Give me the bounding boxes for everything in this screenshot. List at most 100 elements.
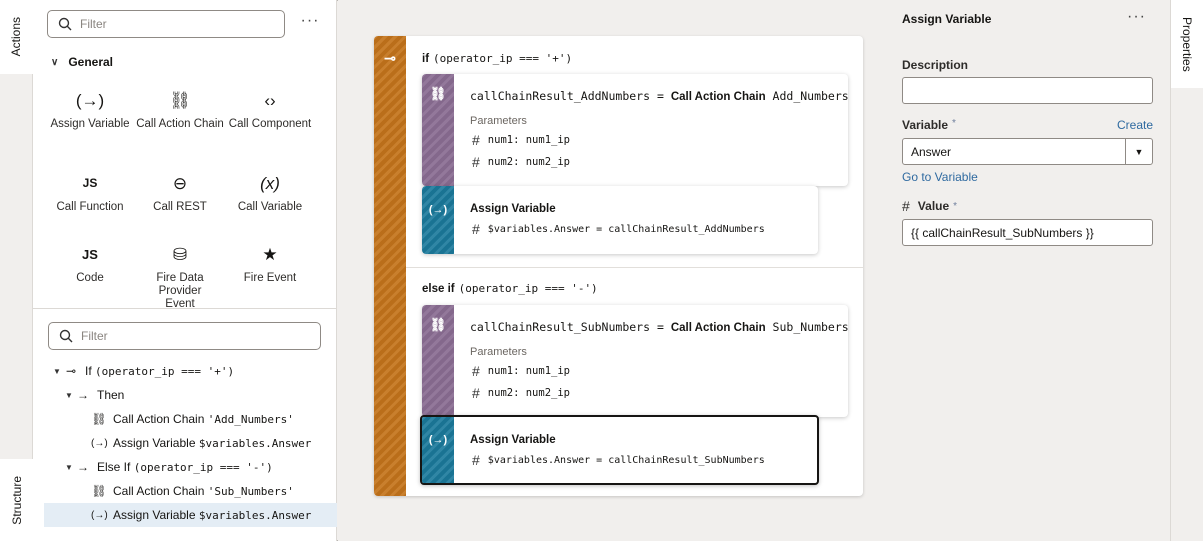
tab-properties[interactable]: Properties (1171, 0, 1203, 88)
description-field[interactable] (902, 77, 1153, 104)
call-result-var: callChainResult_AddNumbers (470, 89, 651, 103)
tree-code: (operator_ip === '-') (133, 460, 273, 474)
if-condition-code: (operator_ip === '+') (433, 52, 573, 65)
param-value: num2: num2_ip (487, 156, 570, 168)
properties-panel: Assign Variable ··· Description Variable… (887, 0, 1170, 541)
structure-filter-input[interactable]: Filter (48, 322, 321, 350)
palette-assign-variable[interactable]: (→) Assign Variable (45, 88, 135, 131)
elseif-condition[interactable]: else if (operator_ip === '-') (422, 282, 598, 295)
if-block[interactable]: ⊸ if (operator_ip === '+') ⛓ callChainRes… (374, 36, 863, 496)
assign-expr-text: $variables.Answer = callChainResult_AddN… (487, 223, 765, 235)
if-keyword: if (422, 53, 430, 65)
call-action-chain-node-add[interactable]: ⛓ callChainResult_AddNumbers = Call Acti… (422, 74, 848, 186)
variable-select-value: Answer (911, 144, 952, 159)
call-equals: = (656, 320, 664, 334)
palette-fire-event[interactable]: ★ Fire Event (225, 242, 315, 285)
tree-row-then[interactable]: ▼ → Then (65, 383, 124, 407)
call-chain-title: callChainResult_SubNumbers = Call Action… (470, 320, 848, 334)
parameters-label: Parameters (470, 115, 527, 127)
call-action-label: Call Action Chain (670, 322, 766, 334)
param-row: # num2: num2_ip (472, 385, 570, 401)
panel-divider (33, 308, 337, 309)
tree-label: Else If (97, 460, 131, 474)
tree-label: Assign Variable (113, 436, 196, 450)
param-row: # num1: num1_ip (472, 132, 570, 148)
variable-select[interactable]: Answer ▼ (902, 138, 1153, 165)
assign-expr-text: $variables.Answer = callChainResult_SubN… (487, 454, 765, 466)
palette-fire-data-provider-event[interactable]: ⛁ Fire Data Provider Event (135, 242, 225, 311)
actions-filter-input[interactable]: Filter (47, 10, 285, 38)
tab-structure[interactable]: Structure (0, 459, 33, 541)
if-icon: ⊸ (65, 364, 77, 378)
tree-row-if[interactable]: ▼ ⊸ If (operator_ip === '+') (53, 359, 234, 383)
assign-title: Assign Variable (470, 203, 556, 215)
palette-call-variable[interactable]: (x) Call Variable (225, 171, 315, 214)
if-condition[interactable]: if (operator_ip === '+') (422, 52, 572, 65)
tree-row-assign-2[interactable]: (→) Assign Variable $variables.Answer (44, 503, 337, 527)
palette-call-function[interactable]: JS Call Function (45, 171, 135, 214)
value-label: # Value * (902, 198, 957, 214)
if-icon: ⊸ (384, 50, 396, 66)
action-chain-icon: ⛓ (91, 412, 107, 426)
dropdown-caret-icon[interactable]: ▼ (1125, 139, 1152, 164)
call-action-chain-node-sub[interactable]: ⛓ callChainResult_SubNumbers = Call Acti… (422, 305, 848, 417)
general-group-header[interactable]: ∨ General (51, 55, 113, 69)
palette-item-label: Fire Event (243, 272, 297, 284)
tree-label: Call Action Chain (113, 412, 205, 426)
required-mark: * (952, 118, 956, 129)
hash-icon: # (472, 452, 480, 468)
actions-palette-panel: Filter ··· ∨ General (→) Assign Variable… (33, 0, 337, 541)
search-icon (58, 17, 72, 31)
variable-label: Variable * (902, 118, 956, 132)
chevron-down-icon: ∨ (51, 56, 59, 68)
tab-properties-label: Properties (1180, 16, 1194, 72)
actions-more-button[interactable]: ··· (299, 12, 321, 34)
assign-variable-node-sub[interactable]: (→) Assign Variable # $variables.Answer =… (420, 415, 819, 485)
palette-item-label: Call Component (228, 118, 312, 130)
tree-row-elseif[interactable]: ▼ → Else If (operator_ip === '-') (65, 455, 273, 479)
assign-variable-node-add[interactable]: (→) Assign Variable # $variables.Answer =… (422, 186, 818, 254)
if-bar: ⊸ (374, 36, 406, 496)
tab-actions-label: Actions (9, 17, 23, 57)
tree-row-call-add[interactable]: ⛓ Call Action Chain 'Add_Numbers' (91, 407, 293, 431)
palette-item-label: Call Function (56, 201, 124, 213)
palette-item-label: Code (76, 272, 104, 284)
assign-title: Assign Variable (470, 434, 556, 446)
tab-actions[interactable]: Actions (0, 0, 33, 74)
palette-call-component[interactable]: ‹› Call Component (225, 88, 315, 131)
param-value: num1: num1_ip (487, 365, 570, 377)
hash-icon: # (472, 385, 480, 401)
elseif-keyword: else if (422, 283, 455, 295)
palette-call-action-chain[interactable]: ⛓ Call Action Chain (135, 88, 225, 131)
value-field[interactable]: {{ callChainResult_SubNumbers }} (902, 219, 1153, 246)
call-chain-strip: ⛓ (422, 74, 454, 186)
assign-strip: (→) (422, 186, 454, 254)
call-target: Add_Numbers (772, 89, 848, 103)
tree-label: Then (97, 388, 125, 402)
action-chain-canvas: ⊸ if (operator_ip === '+') ⛓ callChainRes… (338, 0, 887, 541)
value-label-text: Value (917, 199, 950, 213)
palette-call-rest[interactable]: ⊖ Call REST (135, 171, 225, 214)
expand-triangle-icon: ▼ (65, 462, 73, 472)
tree-label: Call Action Chain (113, 484, 205, 498)
palette-code[interactable]: JS Code (45, 242, 135, 285)
general-group-label: General (68, 55, 114, 69)
call-equals: = (656, 89, 664, 103)
code-icon: JS (82, 246, 98, 262)
arrow-right-icon: → (77, 388, 89, 402)
elseif-condition-code: (operator_ip === '-') (458, 282, 598, 295)
create-variable-link[interactable]: Create (1117, 118, 1153, 132)
tree-row-assign-1[interactable]: (→) Assign Variable $variables.Answer (91, 431, 311, 455)
hash-icon: # (902, 198, 910, 214)
call-chain-strip: ⛓ (422, 305, 454, 417)
properties-more-button[interactable]: ··· (1127, 8, 1146, 26)
tree-label: If (85, 364, 92, 378)
palette-item-label: Fire Data Provider Event (156, 272, 204, 310)
go-to-variable-link[interactable]: Go to Variable (902, 170, 978, 184)
tree-row-call-sub[interactable]: ⛓ Call Action Chain 'Sub_Numbers' (91, 479, 293, 503)
action-chain-icon: ⛓ (429, 317, 447, 332)
structure-filter-placeholder: Filter (81, 329, 108, 343)
action-chain-icon: ⛓ (429, 86, 447, 101)
variable-icon: (x) (260, 173, 280, 193)
assign-variable-icon: (→) (75, 90, 105, 110)
